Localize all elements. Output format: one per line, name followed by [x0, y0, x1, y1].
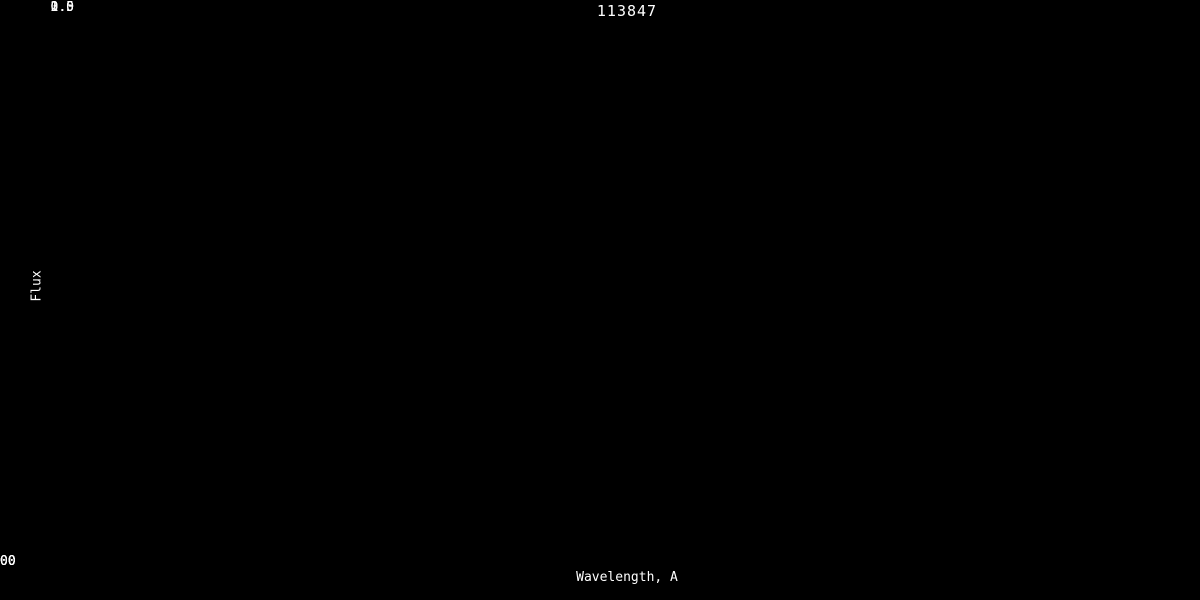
y-axis-label: Flux: [29, 270, 45, 302]
x-axis-label: Wavelength, A: [576, 570, 678, 585]
y-tick-label: 0.0: [50, 0, 74, 15]
x-tick-label: 9000: [0, 554, 16, 569]
spectrum-plot-canvas: [0, 0, 1200, 600]
spectrum-plot-window: 113847 Wavelength, A Flux 4000 5000 6000…: [0, 0, 1200, 600]
plot-title: 113847: [596, 2, 658, 20]
